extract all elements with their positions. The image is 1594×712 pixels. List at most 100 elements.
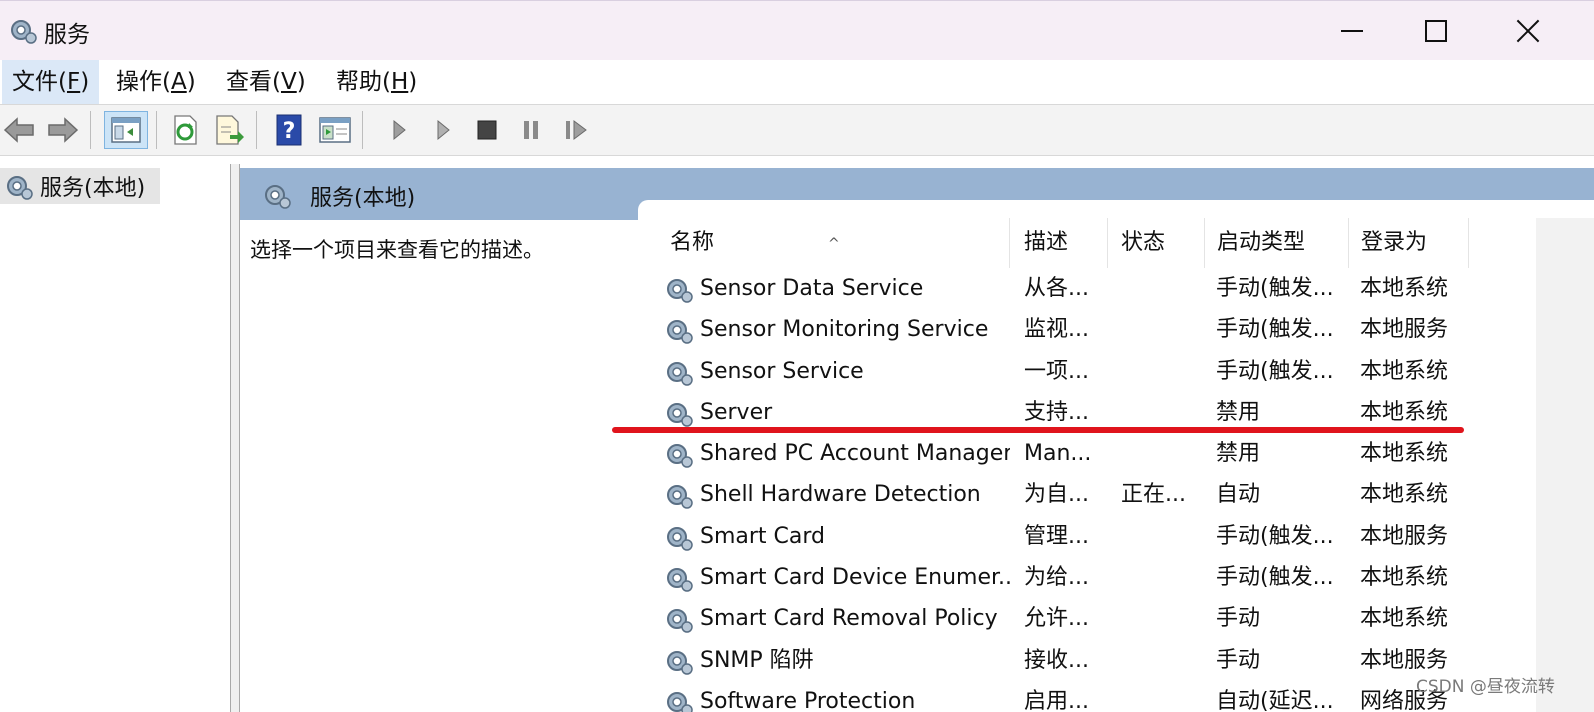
service-gear-icon [664,480,694,510]
service-name: Sensor Monitoring Service [700,317,989,343]
start-service-alt-icon [437,119,450,141]
menu-file[interactable]: 文件(F) [2,60,100,104]
service-gear-icon [664,439,694,469]
stop-service-button[interactable] [468,111,506,149]
service-status [1121,598,1201,639]
help-button[interactable]: ? [270,111,308,149]
toolbar-separator [156,111,157,149]
service-description: 接收... [1024,647,1089,673]
service-gear-icon [664,315,694,345]
refresh-button[interactable] [166,111,204,149]
pause-service-button[interactable] [512,111,550,149]
service-gear-icon [664,604,694,634]
service-logon-as: 本地系统 [1360,565,1449,591]
export-list-icon [216,115,244,145]
properties-view-button[interactable] [316,111,354,149]
service-name: Shell Hardware Detection [700,482,981,508]
service-gear-icon [664,357,694,387]
refresh-icon [174,115,197,145]
service-status [1121,557,1201,598]
table-row[interactable]: Smart Card 管理... 手动(触发... 本地服务 [638,516,1528,557]
service-status [1121,640,1201,681]
console-tree: 服务(本地) [0,164,231,712]
minimize-button[interactable] [1330,11,1374,51]
column-header-logon-as[interactable]: 登录为 [1349,218,1469,268]
table-row[interactable]: Sensor Data Service 从各... 手动(触发... 本地系统 [638,268,1528,309]
title-bar: 服务 [0,0,1594,61]
service-description: 启用... [1024,688,1089,712]
toolbar: ? [0,104,1594,156]
tree-node-label: 服务(本地) [40,176,146,201]
toolbar-separator [90,111,91,149]
start-service-alt-button[interactable] [424,111,462,149]
service-status [1121,433,1201,474]
help-icon: ? [276,114,302,146]
export-list-button[interactable] [210,111,248,149]
service-description: Man... [1024,441,1092,467]
service-description: 管理... [1024,523,1089,549]
service-logon-as: 本地系统 [1360,482,1449,508]
service-name: Smart Card Device Enumer... [700,565,1010,591]
service-gear-icon [664,398,694,428]
services-pane: 服务(本地) 选择一个项目来查看它的描述。 ^ 名称 描述 状态 启动类型 登录… [240,164,1594,712]
column-header-startup-type[interactable]: 启动类型 [1205,218,1349,268]
close-button[interactable] [1506,11,1550,51]
column-header-description[interactable]: 描述 [1012,218,1108,268]
service-description: 允许... [1024,606,1089,632]
service-status [1121,309,1201,350]
description-text: 选择一个项目来查看它的描述。 [250,238,544,262]
table-row[interactable]: Shell Hardware Detection 为自... 正在... 自动 本地系统 [638,474,1528,515]
service-startup-type: 禁用 [1216,441,1261,467]
table-row[interactable]: Smart Card Removal Policy 允许... 手动 本地系统 [638,598,1528,639]
service-description: 一项... [1024,358,1089,384]
menu-action[interactable]: 操作(A) [106,60,206,104]
services-gear-icon [265,185,291,209]
service-status: 正在... [1121,482,1186,508]
table-row[interactable]: Smart Card Device Enumer... 为给... 手动(触发...… [638,557,1528,598]
toolbar-separator [256,111,257,149]
service-name: Smart Card [700,523,826,549]
maximize-button[interactable] [1414,11,1458,51]
watermark: CSDN @昼夜流转 [1416,677,1555,697]
svg-text:?: ? [283,119,296,144]
table-row[interactable]: Sensor Monitoring Service 监视... 手动(触发... 本地… [638,309,1528,350]
service-startup-type: 自动 [1216,482,1261,508]
service-startup-type: 手动 [1216,606,1261,632]
pause-service-icon [524,121,538,139]
back-button[interactable] [0,111,38,149]
window-title: 服务 [44,22,90,48]
show-hide-console-tree-icon [111,117,141,143]
forward-button[interactable] [44,111,82,149]
service-name: Smart Card Removal Policy [700,606,998,632]
service-description: 为给... [1024,565,1089,591]
service-startup-type: 手动(触发... [1216,358,1334,384]
table-row[interactable]: Shared PC Account Manager Man... 禁用 本地系统 [638,433,1528,474]
column-header-name[interactable]: 名称 [658,218,1010,268]
service-description: 为自... [1024,482,1089,508]
service-logon-as: 本地服务 [1360,523,1449,549]
highlight-underline [612,427,1464,433]
service-logon-as: 本地系统 [1360,276,1449,301]
service-gear-icon [664,646,694,676]
menu-view[interactable]: 查看(V) [216,60,316,104]
service-gear-icon [664,274,694,304]
service-startup-type: 手动(触发... [1216,523,1334,549]
table-row[interactable]: Sensor Service 一项... 手动(触发... 本地系统 [638,351,1528,392]
column-header-status[interactable]: 状态 [1109,218,1205,268]
start-service-button[interactable] [380,111,418,149]
service-startup-type: 自动(延迟... [1216,688,1334,712]
scrollbar[interactable] [1536,218,1594,712]
table-row[interactable]: Software Protection 启用... 自动(延迟... 网络服务 [638,681,1528,712]
show-hide-tree-button[interactable] [104,111,148,149]
service-name: Software Protection [700,688,916,712]
service-name: Sensor Data Service [700,276,924,301]
restart-service-button[interactable] [558,111,596,149]
tree-node-services-local[interactable]: 服务(本地) [0,168,160,204]
pane-splitter[interactable] [231,164,240,712]
service-name: SNMP 陷阱 [700,647,814,673]
table-row[interactable]: SNMP 陷阱 接收... 手动 本地服务 [638,640,1528,681]
menu-help[interactable]: 帮助(H) [326,60,427,104]
toolbar-separator [362,111,363,149]
pane-header-title: 服务(本地) [310,186,416,211]
service-logon-as: 本地系统 [1360,606,1449,632]
